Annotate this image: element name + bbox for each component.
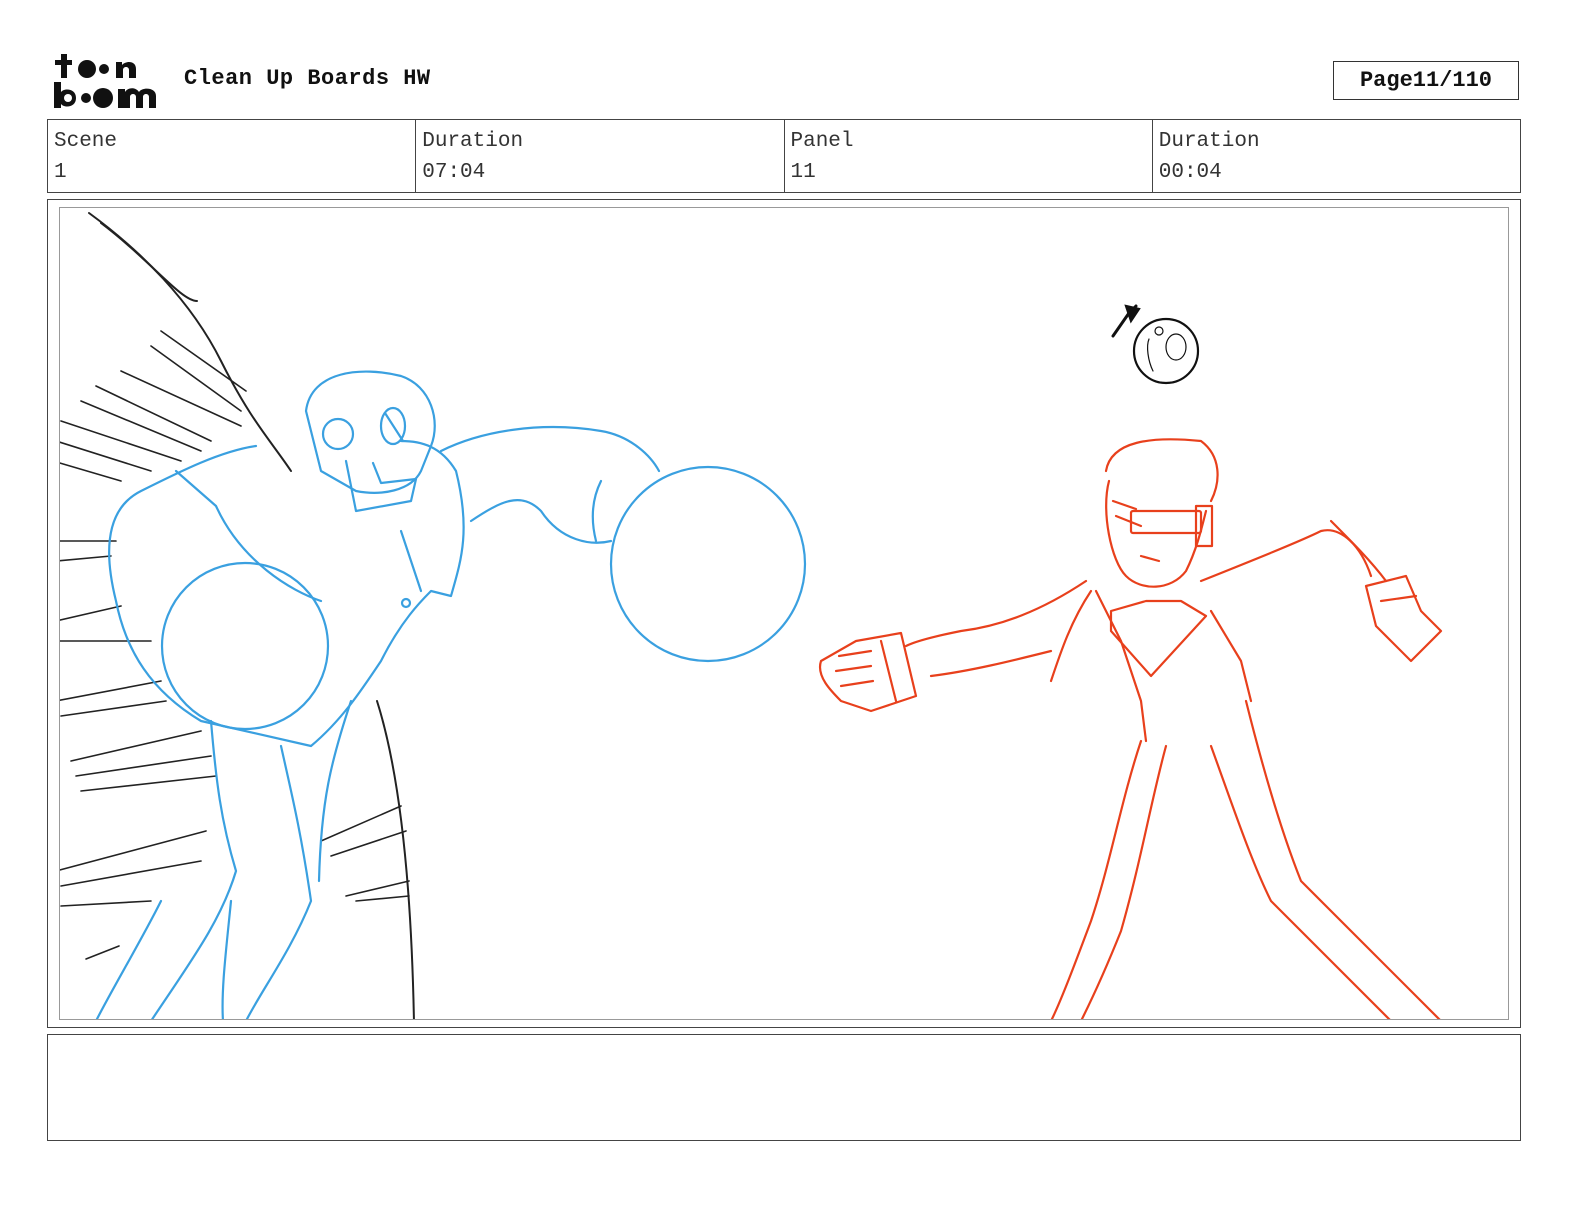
project-title: Clean Up Boards HW — [184, 66, 431, 91]
scene-duration-cell: Duration 07:04 — [416, 120, 785, 192]
panel-duration-label: Duration — [1158, 130, 1260, 153]
page-number: 11/110 — [1412, 68, 1493, 93]
scene-duration-value: 07:04 — [422, 161, 486, 184]
panel-duration-value: 00:04 — [1158, 161, 1222, 184]
background-planet-sketch — [60, 212, 415, 1019]
panel-cell: Panel 11 — [785, 120, 1153, 192]
panel-notes-box[interactable] — [47, 1034, 1521, 1141]
toon-boom-logo — [52, 52, 164, 110]
scene-label: Scene — [54, 130, 118, 153]
panel-drawing-area — [59, 207, 1509, 1020]
scene-info-grid: Scene 1 Duration 07:04 Panel 11 Duration… — [47, 119, 1521, 193]
page-label: Page — [1359, 68, 1413, 93]
panel-duration-cell: Duration 00:04 — [1153, 120, 1520, 192]
robot-character-sketch — [95, 370, 807, 1019]
bomb-sketch — [1111, 304, 1200, 385]
panel-sketch — [60, 212, 1443, 1019]
scene-duration-label: Duration — [422, 130, 524, 153]
scene-cell: Scene 1 — [48, 120, 417, 192]
page-indicator: Page 11/110 — [1333, 61, 1519, 100]
hero-character-sketch — [818, 438, 1443, 1019]
panel-label: Panel — [790, 130, 854, 153]
scene-value: 1 — [54, 161, 67, 184]
panel-value: 11 — [790, 161, 816, 184]
